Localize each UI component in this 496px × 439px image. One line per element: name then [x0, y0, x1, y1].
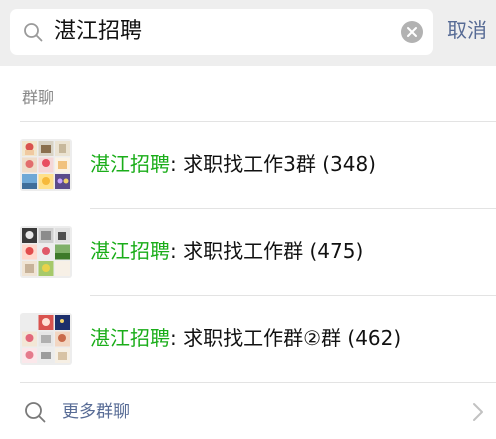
label-separator: : — [170, 239, 177, 263]
keyword-highlight: 湛江招聘 — [90, 152, 170, 176]
label-separator: : — [170, 152, 177, 176]
group-name: 求职找工作群 (475) — [183, 239, 364, 263]
group-chat-label: 湛江招聘: 求职找工作3群 (348) — [90, 150, 376, 178]
keyword-highlight: 湛江招聘 — [90, 326, 170, 350]
search-icon — [25, 402, 46, 423]
search-input[interactable]: 湛江招聘 — [10, 9, 433, 55]
more-group-chats-label: 更多群聊 — [62, 402, 130, 422]
chevron-right-icon — [473, 403, 483, 421]
group-chat-label: 湛江招聘: 求职找工作群 (475) — [90, 237, 363, 265]
group-name: 求职找工作群②群 (462) — [183, 326, 402, 350]
search-icon — [24, 23, 43, 42]
label-separator: : — [170, 326, 177, 350]
clear-circle-icon[interactable] — [401, 21, 423, 43]
keyword-highlight: 湛江招聘 — [90, 239, 170, 263]
group-chat-label: 湛江招聘: 求职找工作群②群 (462) — [90, 324, 401, 352]
group-avatar — [20, 139, 72, 191]
group-avatar — [20, 313, 72, 365]
group-chat-result[interactable]: 湛江招聘: 求职找工作3群 (348) — [0, 122, 496, 208]
search-query-text[interactable]: 湛江招聘 — [54, 18, 142, 46]
group-chat-result[interactable]: 湛江招聘: 求职找工作群②群 (462) — [0, 296, 496, 382]
cancel-button[interactable]: 取消 — [447, 16, 487, 44]
group-chat-result[interactable]: 湛江招聘: 求职找工作群 (475) — [0, 209, 496, 295]
section-title: 群聊 — [22, 88, 55, 107]
group-avatar — [20, 226, 72, 278]
search-bar: 湛江招聘 取消 — [0, 0, 496, 66]
more-group-chats-button[interactable]: 更多群聊 — [0, 383, 496, 439]
group-name: 求职找工作3群 (348) — [183, 152, 376, 176]
